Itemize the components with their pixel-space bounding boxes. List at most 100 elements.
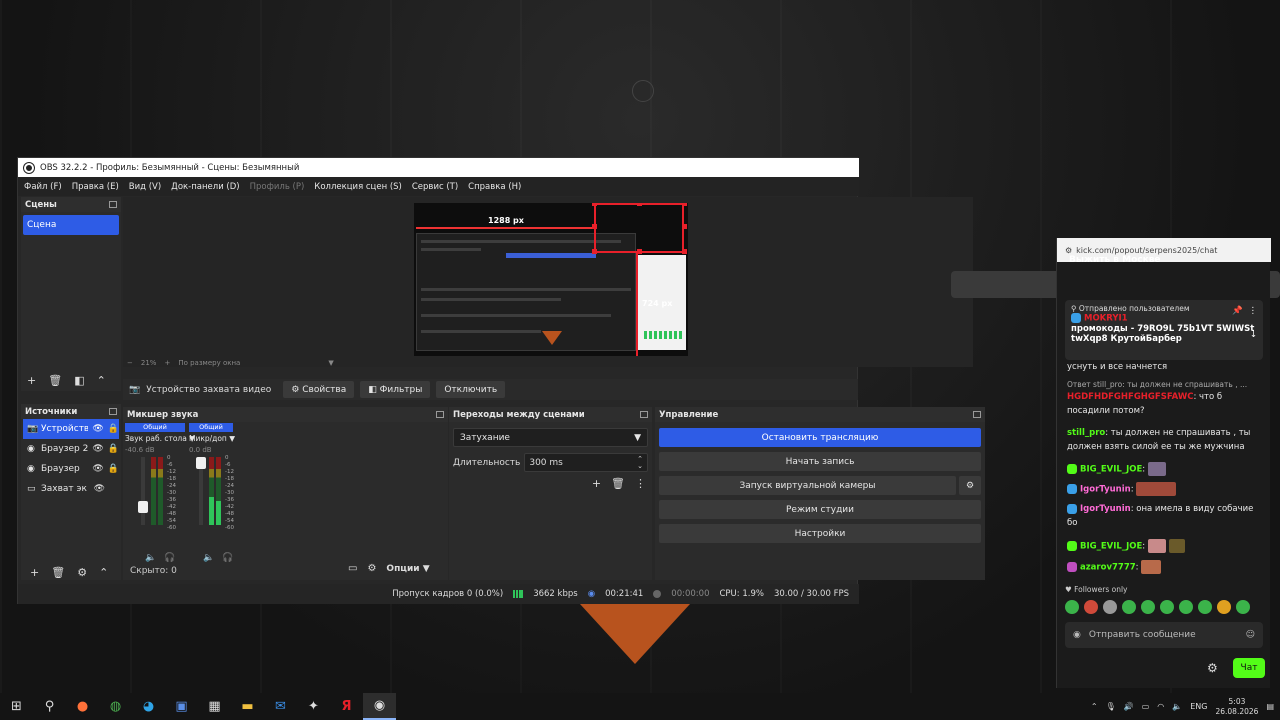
speaker-icon[interactable]: 🔈 [203, 553, 214, 563]
source-item-screen-capture[interactable]: ▭ Захват эк 👁 [23, 479, 119, 499]
filter-icon[interactable]: ◧ [74, 374, 84, 387]
language-indicator[interactable]: ENG [1190, 702, 1207, 711]
dock-float-icon[interactable] [109, 201, 117, 208]
virtual-camera-settings-button[interactable]: ⚙ [959, 476, 981, 495]
move-up-icon[interactable]: ⌃ [99, 566, 108, 579]
trash-icon[interactable]: 🗑 [48, 374, 62, 387]
headphones-icon[interactable]: 🎧 [222, 553, 233, 563]
wifi-icon[interactable]: ◠ [1157, 702, 1164, 711]
more-vertical-icon[interactable]: ⋮ [1249, 306, 1258, 316]
chat-username[interactable]: still_pro [1067, 428, 1105, 438]
volume-fader[interactable] [196, 457, 206, 525]
pin-icon[interactable]: 📌 [1232, 306, 1243, 316]
gear-icon[interactable]: ⚙ [77, 566, 87, 579]
mic-icon[interactable]: 🎙 [1106, 702, 1116, 711]
headphones-icon[interactable]: 🎧 [164, 553, 175, 563]
options-button[interactable]: Опции ▼ [386, 564, 429, 574]
eye-icon[interactable]: 👁 [92, 444, 103, 454]
trash-icon[interactable]: 🗑 [611, 477, 625, 490]
emote-icon[interactable] [1160, 600, 1174, 614]
eye-icon[interactable]: 👁 [92, 424, 103, 434]
mail-icon[interactable]: ✉ [264, 693, 297, 720]
add-icon[interactable]: + [27, 374, 36, 387]
speaker-icon[interactable]: 🔈 [1172, 702, 1182, 711]
chat-username[interactable]: BIG_EVIL_JOE [1080, 465, 1142, 475]
chat-username[interactable]: HGDFHDFGHFGHGFSFAWC [1067, 392, 1193, 402]
chevron-up-icon[interactable]: ⌃ [1091, 702, 1098, 711]
chat-username[interactable]: IgorTyunin [1080, 485, 1131, 495]
menu-view[interactable]: Вид (V) [129, 182, 161, 192]
store-icon[interactable]: ▦ [198, 693, 231, 720]
resize-handle[interactable] [592, 249, 597, 254]
transition-select[interactable]: Затухание ▼ [453, 428, 648, 447]
preview-area[interactable]: 1288 px 724 px − 21% + По размеру окна ▼ [123, 197, 973, 367]
chevron-down-icon[interactable]: ▼ [328, 359, 333, 367]
deactivate-button[interactable]: Отключить [436, 381, 506, 398]
resize-handle[interactable] [592, 203, 597, 206]
channel-name[interactable]: Микр/доп ▼ [189, 434, 249, 443]
lock-icon[interactable]: 🔒 [108, 444, 119, 454]
eye-icon[interactable]: 👁 [92, 464, 103, 474]
duration-input[interactable]: 300 ms ⌃ ⌄ [524, 453, 648, 472]
resize-handle[interactable] [682, 203, 687, 206]
resize-handle[interactable] [637, 203, 642, 206]
stepper-icon[interactable]: ⌃ ⌄ [637, 455, 643, 470]
channel-name[interactable]: Звук раб. стола ▼ [125, 434, 195, 443]
yandex-icon[interactable]: Я [330, 693, 363, 720]
emote-icon[interactable] [1217, 600, 1231, 614]
start-recording-button[interactable]: Начать запись [659, 452, 981, 471]
filters-button[interactable]: ◧ Фильтры [360, 381, 431, 398]
lock-icon[interactable]: 🔒 [108, 464, 119, 474]
scene-item[interactable]: Сцена [23, 215, 119, 235]
sparkle-icon[interactable]: ✦ [297, 693, 330, 720]
selection-box[interactable] [594, 203, 684, 253]
menu-scene-collection[interactable]: Коллекция сцен (S) [314, 182, 402, 192]
clock[interactable]: 5:03 26.08.2026 [1215, 697, 1258, 717]
menu-profile[interactable]: Профиль (P) [250, 182, 305, 192]
emote-icon[interactable] [1065, 600, 1079, 614]
chat-message-input[interactable]: ◉ Отправить сообщение ☺ [1065, 622, 1263, 648]
dock-float-icon[interactable] [973, 411, 981, 418]
start-icon[interactable]: ⊞ [0, 693, 33, 720]
resize-handle[interactable] [592, 224, 597, 229]
firefox-icon[interactable]: ● [66, 693, 99, 720]
emote-icon[interactable] [1236, 600, 1250, 614]
obs-titlebar[interactable]: OBS 32.2.2 - Профиль: Безымянный - Сцены… [18, 158, 859, 177]
zoom-in-button[interactable]: + [164, 359, 170, 367]
speaker-icon[interactable]: 🔈 [145, 553, 156, 563]
fader-knob[interactable] [138, 501, 148, 513]
chrome-icon[interactable]: ◍ [99, 693, 132, 720]
layout-icon[interactable]: ▭ [348, 563, 357, 574]
volume-fader[interactable] [138, 457, 148, 525]
gear-icon[interactable]: ⚙ [367, 563, 376, 574]
add-icon[interactable]: + [30, 566, 39, 579]
move-up-icon[interactable]: ⌃ [97, 374, 106, 387]
pinned-user[interactable]: MOKRYI1 [1084, 314, 1128, 324]
dock-float-icon[interactable] [109, 408, 117, 415]
settings-button[interactable]: Настройки [659, 524, 981, 543]
edge-icon[interactable]: ◕ [132, 693, 165, 720]
lock-icon[interactable]: 🔒 [108, 424, 119, 434]
menu-tools[interactable]: Сервис (T) [412, 182, 458, 192]
folder-icon[interactable]: ▬ [231, 693, 264, 720]
menu-help[interactable]: Справка (H) [468, 182, 521, 192]
resize-handle[interactable] [682, 249, 687, 254]
properties-button[interactable]: ⚙ Свойства [283, 381, 355, 398]
emote-icon[interactable] [1084, 600, 1098, 614]
chat-username[interactable]: BIG_EVIL_JOE [1080, 542, 1142, 552]
emoji-icon[interactable]: ☺ [1246, 630, 1255, 640]
emote-icon[interactable] [1179, 600, 1193, 614]
trash-icon[interactable]: 🗑 [51, 566, 65, 579]
emote-icon[interactable] [1103, 600, 1117, 614]
notifications-icon[interactable]: ▤ [1266, 702, 1274, 711]
zoom-out-button[interactable]: − [127, 359, 133, 367]
menu-edit[interactable]: Правка (E) [72, 182, 119, 192]
menu-docks[interactable]: Док-панели (D) [171, 182, 239, 192]
save-icon[interactable]: ▣ [165, 693, 198, 720]
emote-icon[interactable] [1122, 600, 1136, 614]
volume-icon[interactable]: 🔊 [1124, 702, 1134, 711]
search-icon[interactable]: ⚲ [33, 693, 66, 720]
gear-icon[interactable]: ⚙ [1207, 661, 1218, 675]
chevron-down-icon[interactable]: ▼ [229, 434, 235, 443]
emote-icon[interactable] [1141, 600, 1155, 614]
